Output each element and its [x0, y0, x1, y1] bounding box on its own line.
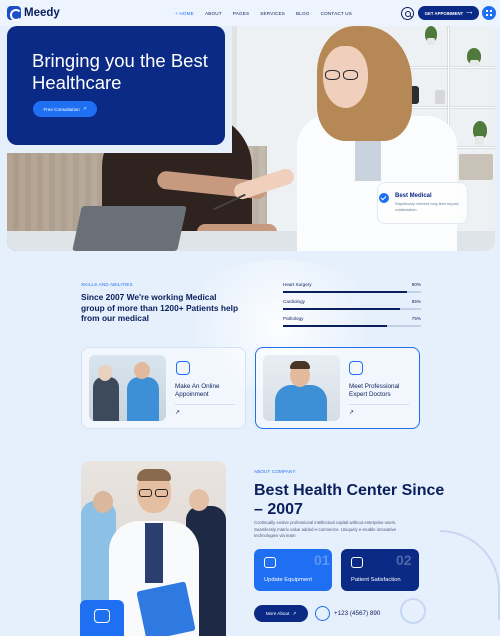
nav-about[interactable]: ABOUT — [205, 11, 222, 16]
service-photo-doctors — [263, 355, 340, 421]
free-consultation-button[interactable]: Free Consultation ↗ — [33, 101, 97, 117]
phone-icon[interactable] — [315, 606, 330, 621]
skill-label: Cardiology — [283, 299, 305, 304]
skill-label: Pathology — [283, 316, 304, 321]
phone-number[interactable]: +123 (4567) 890 — [334, 610, 380, 617]
nav-pages[interactable]: PAGES — [233, 11, 250, 16]
get-appointment-button[interactable]: GET APPOINMENT ⟶ — [418, 6, 479, 20]
about-heading: Best Health Center Since – 2007 — [254, 482, 445, 518]
satisfaction-icon — [351, 557, 363, 568]
skill-bar-fill — [283, 291, 408, 293]
feature-label: Patient Satisfaction — [351, 577, 401, 583]
service-title: Meet Professional Expert Doctors — [349, 383, 400, 398]
calendar-icon — [176, 361, 190, 375]
skills-heading: Since 2007 We're working Medical group o… — [81, 292, 239, 323]
feature-card-satisfaction[interactable]: 02 Patient Satisfaction — [341, 549, 419, 591]
equipment-icon — [264, 557, 276, 568]
arrow-right-icon: ⟶ — [466, 10, 473, 15]
feature-number: 02 — [396, 552, 412, 568]
skill-bar — [283, 291, 421, 293]
check-badge-icon — [379, 193, 389, 203]
skill-percent: 85% — [411, 299, 421, 304]
feature-number: 01 — [314, 552, 330, 568]
arrow-up-right-icon[interactable]: ↗ — [349, 409, 354, 416]
badge-text: Rapidiously reinvent long-term impact co… — [395, 202, 459, 212]
get-appointment-label: GET APPOINMENT — [424, 10, 464, 16]
skill-bar — [283, 325, 421, 327]
hero-title: Bringing you the Best Healthcare — [32, 50, 208, 93]
divider — [175, 404, 235, 405]
stethoscope-decoration — [400, 598, 426, 624]
skill-bar-fill — [283, 308, 401, 310]
feature-label: Update Equipment — [264, 577, 313, 583]
arrow-up-right-icon: ↗ — [292, 610, 297, 616]
heart-monitor-icon — [80, 600, 124, 636]
service-title: Make An Online Appoinment — [175, 383, 220, 398]
nav-home[interactable]: + HOME — [175, 11, 194, 16]
badge-title: Best Medical — [395, 193, 432, 199]
skill-bar-fill — [283, 325, 387, 327]
feature-card-equipment[interactable]: 01 Update Equipment — [254, 549, 332, 591]
service-photo-appointment — [89, 355, 166, 421]
arrow-up-right-icon[interactable]: ↗ — [175, 409, 180, 416]
top-navbar: Meedy + HOME ABOUT PAGES SERVICES BLOG C… — [0, 0, 500, 28]
nav-services[interactable]: SERVICES — [260, 11, 285, 16]
skill-bar — [283, 308, 421, 310]
doctor-icon — [349, 361, 363, 375]
skill-label: Heart Surgery — [283, 282, 312, 287]
more-about-button[interactable]: More About ↗ — [254, 605, 308, 622]
nav-blog[interactable]: BLOG — [296, 11, 310, 16]
logo-icon — [7, 6, 22, 21]
more-about-label: More About — [265, 611, 290, 616]
about-text: Continually evolve professional intellec… — [254, 520, 397, 538]
stethoscope-tube-decoration — [440, 530, 500, 620]
about-eyebrow: ABOUT COMPANY — [254, 469, 296, 474]
nav-contact[interactable]: CONTACT US — [321, 11, 352, 16]
arrow-up-right-icon: ↗ — [82, 106, 87, 111]
main-menu: + HOME ABOUT PAGES SERVICES BLOG CONTACT… — [175, 11, 352, 16]
skills-eyebrow: SKILLS AND ABILITIES — [81, 282, 133, 287]
logo-text: Meedy — [24, 7, 60, 19]
free-consultation-label: Free Consultation — [43, 106, 80, 112]
logo[interactable]: Meedy — [7, 6, 60, 21]
skill-percent: 90% — [411, 282, 421, 287]
divider — [349, 404, 409, 405]
skill-percent: 75% — [411, 316, 421, 321]
search-icon[interactable] — [401, 7, 414, 20]
grid-menu-icon[interactable] — [482, 6, 496, 20]
